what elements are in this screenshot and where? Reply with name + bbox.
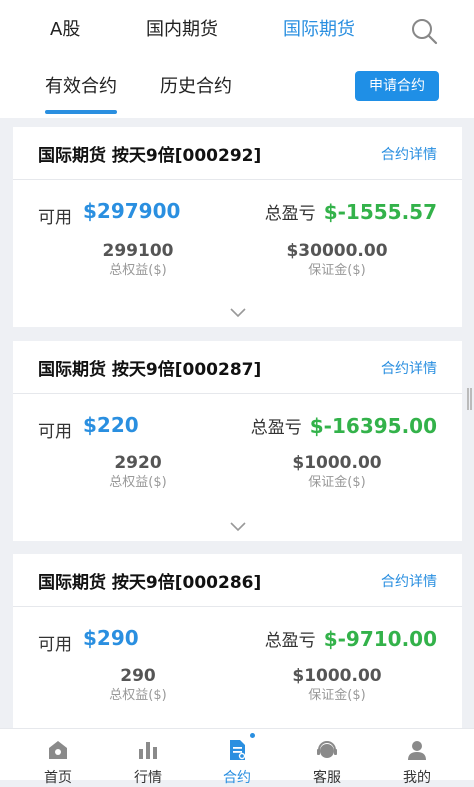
pnl-group: 总盈亏 $-9710.00 <box>265 626 437 651</box>
nav-mine[interactable]: 我的 <box>372 729 462 786</box>
equity-label: 总权益($) <box>109 475 167 490</box>
available-label: 可用 <box>38 422 72 442</box>
margin-stat: $1000.00 保证金($) <box>257 452 417 492</box>
available-value: $290 <box>83 626 139 650</box>
nav-label: 行情 <box>134 770 162 786</box>
margin-label: 保证金($) <box>308 688 366 703</box>
pnl-value: $-16395.00 <box>309 414 437 438</box>
nav-contract[interactable]: 合约 <box>192 729 282 786</box>
contract-doc-icon <box>230 740 246 760</box>
available-value: $220 <box>83 413 139 437</box>
margin-label: 保证金($) <box>308 263 366 278</box>
margin-value: $1000.00 <box>292 666 382 686</box>
card-header: 国际期货 按天9倍[000286] 合约详情 <box>13 554 462 607</box>
tab-international-futures[interactable]: 国际期货 <box>283 17 355 43</box>
pnl-label: 总盈亏 <box>264 631 316 651</box>
chevron-down-icon[interactable] <box>229 306 247 318</box>
pnl-label: 总盈亏 <box>264 204 316 224</box>
pnl-label: 总盈亏 <box>250 418 302 438</box>
contract-title: 国际期货 按天9倍[000292] <box>38 146 262 166</box>
apply-contract-button[interactable]: 申请合约 <box>355 71 439 101</box>
contract-card: 国际期货 按天9倍[000286] 合约详情 可用 $290 总盈亏 $-9710… <box>13 554 462 728</box>
headset-icon <box>317 741 337 758</box>
equity-stat: 290 总权益($) <box>58 665 218 705</box>
contract-title: 国际期货 按天9倍[000287] <box>38 360 262 380</box>
equity-label: 总权益($) <box>109 263 167 278</box>
bottom-nav: 首页 行情 合约 客服 我的 <box>0 728 474 786</box>
active-tab-indicator <box>45 110 117 114</box>
margin-value: $30000.00 <box>286 241 388 261</box>
equity-value: 2920 <box>114 453 162 473</box>
top-header: A股 国内期货 国际期货 有效合约 历史合约 申请合约 <box>0 0 474 118</box>
search-icon[interactable] <box>409 16 439 46</box>
nav-home[interactable]: 首页 <box>13 729 103 786</box>
available-label: 可用 <box>38 635 72 655</box>
margin-value: $1000.00 <box>292 453 382 473</box>
card-header: 国际期货 按天9倍[000287] 合约详情 <box>13 341 462 394</box>
chart-bars-icon <box>139 742 157 759</box>
tab-domestic-futures[interactable]: 国内期货 <box>146 17 218 43</box>
contract-card: 国际期货 按天9倍[000292] 合约详情 可用 $297900 总盈亏 $-1… <box>13 127 462 327</box>
available-label: 可用 <box>38 208 72 228</box>
contract-card: 国际期货 按天9倍[000287] 合约详情 可用 $220 总盈亏 $-1639… <box>13 341 462 541</box>
nav-market[interactable]: 行情 <box>103 729 193 786</box>
scroll-handle[interactable] <box>467 388 472 410</box>
equity-stat: 2920 总权益($) <box>58 452 218 492</box>
nav-service[interactable]: 客服 <box>282 729 372 786</box>
equity-label: 总权益($) <box>109 688 167 703</box>
chevron-down-icon[interactable] <box>229 520 247 532</box>
nav-label: 首页 <box>44 770 72 786</box>
balance-row: 可用 $220 总盈亏 $-16395.00 <box>13 394 462 456</box>
margin-stat: $1000.00 保证金($) <box>257 665 417 705</box>
tab-history-contracts[interactable]: 历史合约 <box>160 74 232 100</box>
contract-detail-link[interactable]: 合约详情 <box>381 358 437 378</box>
card-header: 国际期货 按天9倍[000292] 合约详情 <box>13 127 462 180</box>
equity-value: 290 <box>120 666 156 686</box>
contract-detail-link[interactable]: 合约详情 <box>381 571 437 591</box>
tab-active-contracts[interactable]: 有效合约 <box>45 74 117 100</box>
user-icon <box>408 741 426 760</box>
home-icon <box>49 741 67 759</box>
pnl-group: 总盈亏 $-1555.57 <box>265 199 437 224</box>
contract-title: 国际期货 按天9倍[000286] <box>38 573 262 593</box>
notification-dot <box>250 733 255 738</box>
tab-a-shares[interactable]: A股 <box>50 17 80 43</box>
available-value: $297900 <box>83 199 181 223</box>
balance-row: 可用 $297900 总盈亏 $-1555.57 <box>13 180 462 242</box>
pnl-value: $-9710.00 <box>323 627 437 651</box>
equity-stat: 299100 总权益($) <box>58 240 218 280</box>
margin-label: 保证金($) <box>308 475 366 490</box>
margin-stat: $30000.00 保证金($) <box>257 240 417 280</box>
nav-label: 我的 <box>403 770 431 786</box>
pnl-value: $-1555.57 <box>323 200 437 224</box>
equity-value: 299100 <box>102 241 174 261</box>
balance-row: 可用 $290 总盈亏 $-9710.00 <box>13 607 462 669</box>
nav-label: 合约 <box>223 770 251 786</box>
contract-detail-link[interactable]: 合约详情 <box>381 144 437 164</box>
nav-label: 客服 <box>313 770 341 786</box>
pnl-group: 总盈亏 $-16395.00 <box>251 413 437 438</box>
